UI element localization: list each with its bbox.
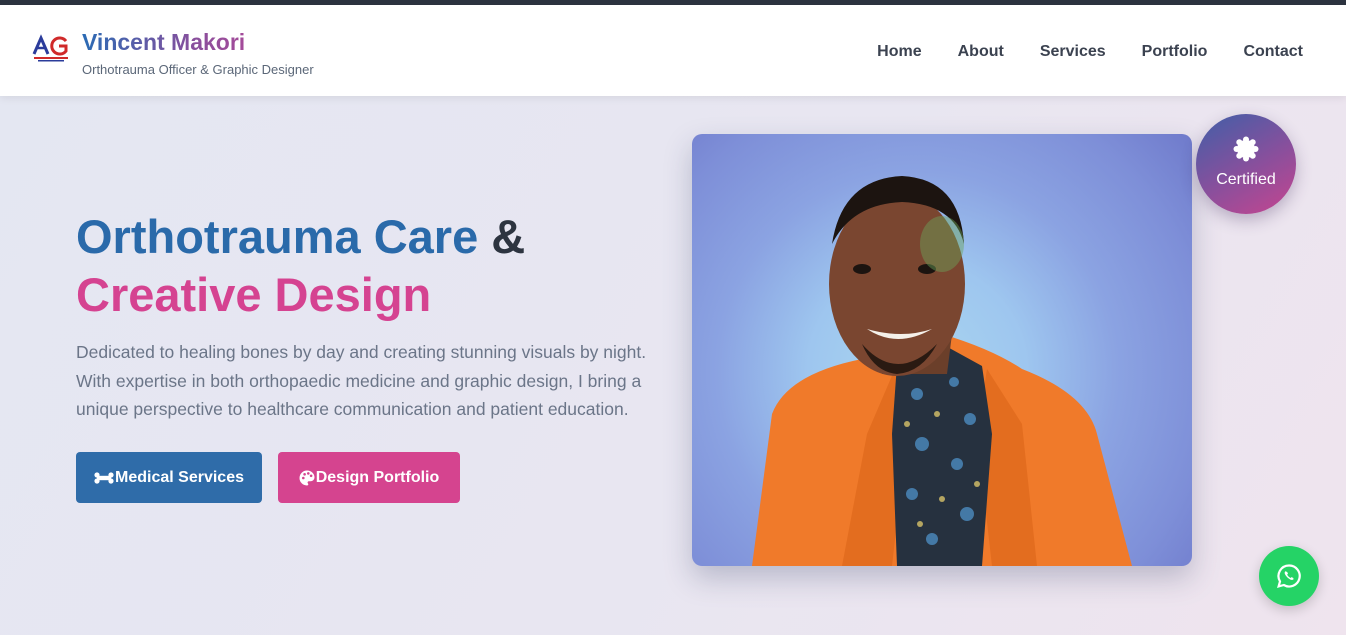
whatsapp-button[interactable]: [1259, 546, 1319, 606]
nav-contact[interactable]: Contact: [1243, 43, 1303, 61]
hero-title-part2: Creative Design: [76, 268, 432, 321]
brand-tagline: Orthotrauma Officer & Graphic Designer: [82, 62, 314, 77]
hero-description: Dedicated to healing bones by day and cr…: [76, 342, 647, 419]
nav-portfolio[interactable]: Portfolio: [1142, 43, 1208, 61]
profile-photo: [692, 134, 1192, 566]
design-portfolio-button[interactable]: Design Portfolio: [278, 452, 460, 503]
certified-badge: Certified: [1196, 114, 1296, 214]
design-portfolio-label: Design Portfolio: [315, 468, 440, 486]
palette-icon: [299, 470, 315, 485]
nav-about[interactable]: About: [958, 43, 1004, 61]
nav-home[interactable]: Home: [877, 43, 921, 61]
medical-services-button[interactable]: Medical Services: [76, 452, 262, 503]
nav-services[interactable]: Services: [1040, 43, 1106, 61]
bone-icon: [94, 471, 114, 484]
whatsapp-icon: [1277, 564, 1301, 588]
hero-title-part1: Orthotrauma Care: [76, 210, 479, 263]
hero-title-amp: &: [491, 210, 526, 263]
certificate-icon: [1233, 136, 1259, 162]
certified-label: Certified: [1216, 171, 1276, 188]
hero-title: Orthotrauma Care & Creative Design: [76, 208, 525, 324]
site-header: Vincent Makori Orthotrauma Officer & Gra…: [0, 5, 1346, 96]
medical-services-label: Medical Services: [115, 468, 244, 486]
ag-logo-icon[interactable]: [32, 34, 70, 64]
brand-name[interactable]: Vincent Makori: [82, 29, 245, 56]
profile-portrait: [752, 176, 1132, 566]
main-nav: Home About Services Portfolio Contact: [877, 43, 1303, 61]
